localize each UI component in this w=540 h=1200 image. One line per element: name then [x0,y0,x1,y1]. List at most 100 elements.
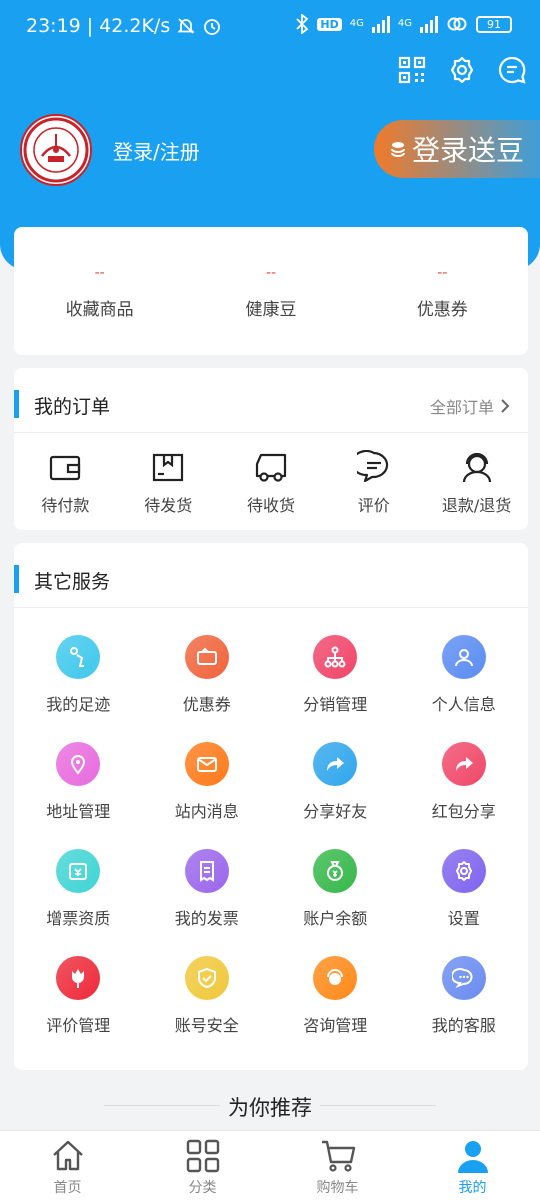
mail-icon [184,742,229,786]
service-coupon[interactable]: 优惠券 [143,635,272,742]
tab-mine[interactable]: 我的 [405,1131,540,1200]
consult-icon [313,956,358,1000]
order-pending-payment[interactable]: 待付款 [14,450,117,516]
service-label: 咨询管理 [303,1016,368,1035]
service-label: 分享好友 [303,802,368,821]
service-my-invoice[interactable]: 我的发票 [143,849,272,956]
service-account-security[interactable]: 账号安全 [143,956,272,1063]
login-bonus-label: 登录送豆 [412,134,525,167]
network-type-1: 4G [349,18,364,29]
service-customer-service[interactable]: 我的客服 [400,956,529,1063]
user-icon [457,1141,488,1173]
service-share-friends[interactable]: 分享好友 [271,742,400,849]
service-personal-info[interactable]: 个人信息 [400,635,529,742]
order-pending-shipment[interactable]: 待发货 [117,450,220,516]
order-item-label: 待付款 [41,496,90,515]
hd-badge: HD [317,17,342,31]
comment-icon [351,449,388,483]
service-label: 我的客服 [431,1016,496,1035]
services-grid: 我的足迹 优惠券 分销管理 个人信息 地址管理 站内消息 分享好友 红包分享 增… [14,635,528,1063]
coin-stack-icon [391,142,405,157]
bluetooth-icon [296,14,309,34]
invoice-icon [184,849,229,893]
status-network-speed: 42.2K/s [99,15,171,37]
service-label: 分销管理 [303,695,368,714]
stat-label: 健康豆 [245,300,297,320]
chat-bubble-icon [441,956,486,1000]
service-consult-management[interactable]: 咨询管理 [271,956,400,1063]
alarm-icon [204,19,221,35]
avatar[interactable] [20,114,92,186]
stat-value: -- [94,265,105,281]
customer-service-icon [462,452,491,483]
money-bag-icon [313,849,358,893]
orders-title: 我的订单 [34,396,111,418]
service-review-management[interactable]: 评价管理 [14,956,143,1063]
service-label: 地址管理 [46,802,111,821]
all-orders-link[interactable]: 全部订单 [430,394,510,418]
services-title: 其它服务 [34,571,111,593]
login-bonus-button[interactable]: 登录送豆 [374,120,540,178]
flower-icon [56,956,101,1000]
brand-logo [23,117,89,183]
orders-card: 我的订单 全部订单 待付款 待发货 待收货 评价 退款/退货 [14,368,528,530]
signal-icon [371,15,390,33]
section-accent-bar [14,390,19,418]
service-account-balance[interactable]: 账户余额 [271,849,400,956]
order-pending-receipt[interactable]: 待收货 [220,450,323,516]
service-label: 优惠券 [182,695,231,714]
service-label: 站内消息 [174,802,239,821]
service-settings[interactable]: 设置 [400,849,529,956]
qr-scan-icon[interactable] [398,56,426,84]
orders-header: 我的订单 全部订单 [14,368,528,434]
order-refund[interactable]: 退款/退货 [425,450,528,516]
service-footprint[interactable]: 我的足迹 [14,635,143,742]
shield-icon [184,956,229,1000]
signal-icon-2 [420,15,438,33]
service-label: 账号安全 [174,1016,239,1035]
settings-gear-icon[interactable] [448,56,476,84]
cart-icon [321,1140,355,1172]
profile-row: 登录/注册 登录送豆 [20,114,540,186]
stat-favorites[interactable]: -- 收藏商品 [14,227,185,355]
coupon-icon [184,635,229,679]
service-messages[interactable]: 站内消息 [143,742,272,849]
service-red-packet-share[interactable]: 红包分享 [400,742,529,849]
service-label: 账户余额 [303,909,368,928]
service-distribution[interactable]: 分销管理 [271,635,400,742]
stat-value: -- [265,265,277,281]
tab-category[interactable]: 分类 [135,1131,270,1200]
share-icon [313,742,358,786]
order-review[interactable]: 评价 [322,449,425,516]
order-item-label: 待收货 [246,496,295,515]
share-redpacket-icon [441,742,486,786]
invoice-qualification-icon [56,849,101,893]
message-icon[interactable] [498,56,526,84]
service-label: 增票资质 [46,909,111,928]
stat-health-beans[interactable]: -- 健康豆 [185,227,356,355]
bottom-tab-bar: 首页 分类 购物车 我的 [0,1130,540,1200]
login-register-link[interactable]: 登录/注册 [113,136,200,165]
stat-coupons[interactable]: -- 优惠券 [357,227,528,355]
network-type-2: 4G [397,18,412,29]
service-invoice-qualification[interactable]: 增票资质 [14,849,143,956]
service-label: 我的足迹 [46,695,111,714]
person-icon [441,635,486,679]
tab-cart[interactable]: 购物车 [270,1131,405,1200]
tab-label: 分类 [188,1180,217,1196]
stat-label: 优惠券 [416,300,468,320]
service-address[interactable]: 地址管理 [14,742,143,849]
distribution-icon [313,635,358,679]
service-label: 个人信息 [431,695,496,714]
chevron-right-icon [501,399,510,413]
category-icon [186,1139,219,1173]
mute-bell-icon [177,18,195,34]
truck-icon [255,453,287,482]
link-icon [447,17,467,31]
tab-label: 我的 [458,1180,487,1196]
order-item-label: 评价 [357,496,390,515]
tab-label: 购物车 [316,1180,359,1196]
service-label: 评价管理 [46,1016,111,1035]
tab-home[interactable]: 首页 [0,1131,135,1200]
services-header: 其它服务 [14,543,528,609]
